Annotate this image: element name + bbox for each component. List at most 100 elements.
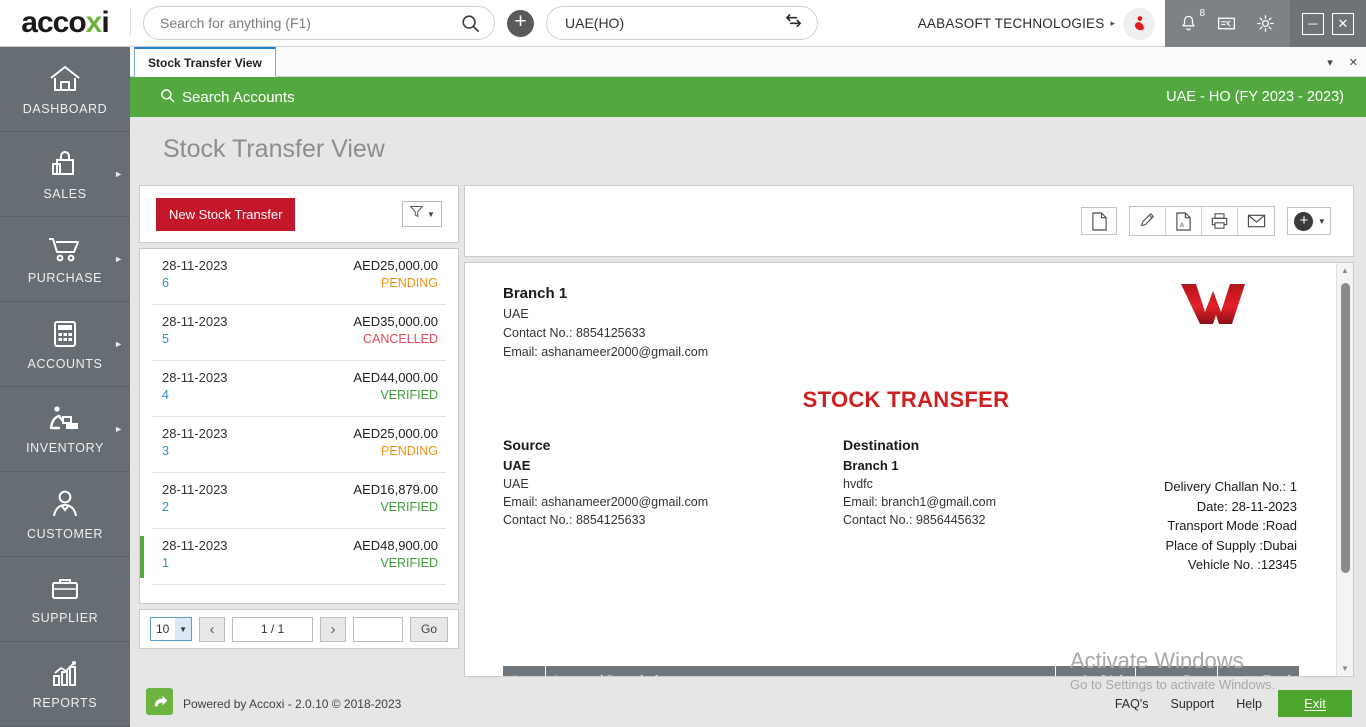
list-item[interactable]: 28-11-2023 AED48,900.00 1 VERIFIED [140, 529, 446, 585]
list-item-number[interactable]: 4 [162, 388, 169, 402]
fiscal-year-label: UAE - HO (FY 2023 - 2023) [1166, 89, 1344, 105]
sidebar-item-dashboard[interactable]: DASHBOARD [0, 47, 130, 132]
search-accounts-label: Search Accounts [182, 88, 295, 106]
status-badge: VERIFIED [380, 388, 438, 402]
logo-divider [130, 10, 131, 36]
col-rate: Rate [1135, 666, 1217, 676]
go-button[interactable]: Go [410, 616, 448, 642]
prev-page-button[interactable]: ‹ [199, 616, 226, 642]
scroll-down-arrow-icon[interactable]: ▼ [1337, 661, 1353, 676]
filter-button[interactable]: ▼ [402, 201, 442, 227]
message-icon[interactable] [1216, 13, 1237, 34]
destination-block: Destination Branch 1 hvdfc Email: branch… [843, 437, 1183, 527]
list-item-number[interactable]: 2 [162, 500, 169, 514]
worker-icon [46, 404, 84, 434]
new-stock-transfer-button[interactable]: New Stock Transfer [156, 197, 296, 231]
search-accounts-button[interactable]: Search Accounts [160, 88, 295, 107]
minimize-button[interactable]: ─ [1302, 12, 1324, 35]
branch-selector[interactable]: UAE(HO) [546, 6, 818, 40]
page-size-select[interactable]: 10 ▼ [150, 617, 193, 641]
list-item[interactable]: 28-11-2023 AED44,000.00 4 VERIFIED [152, 361, 446, 417]
exit-label: Exit [1304, 696, 1326, 711]
goto-page-input[interactable] [353, 616, 403, 642]
accounts-search-bar: Search Accounts UAE - HO (FY 2023 - 2023… [130, 77, 1366, 117]
plus-icon: + [1294, 211, 1314, 231]
source-contact: Contact No.: 8854125633 [503, 513, 646, 527]
sidebar-item-supplier[interactable]: SUPPLIER [0, 557, 130, 642]
doc-title: STOCK TRANSFER [802, 387, 1010, 412]
sidebar-item-reports[interactable]: REPORTS [0, 642, 130, 727]
destination-email: Email: branch1@gmail.com [843, 495, 997, 509]
support-link[interactable]: Support [1171, 697, 1215, 711]
calculator-icon [49, 318, 81, 350]
sidebar-item-customer[interactable]: CUSTOMER [0, 472, 130, 557]
scroll-up-arrow-icon[interactable]: ▲ [1337, 263, 1353, 278]
page-info: 1 / 1 [232, 616, 313, 642]
next-page-button[interactable]: › [320, 616, 346, 642]
list-item-number[interactable]: 3 [162, 444, 169, 458]
submenu-caret-icon: ► [114, 254, 123, 264]
faq-link[interactable]: FAQ's [1115, 697, 1149, 711]
page-view-icon[interactable] [1081, 207, 1118, 235]
global-search[interactable] [143, 6, 495, 40]
home-icon [47, 63, 83, 95]
company-name[interactable]: AABASOFT TECHNOLOGIES [918, 16, 1111, 31]
col-index: # [503, 666, 545, 677]
filter-caret-icon: ▼ [427, 209, 435, 219]
top-tools: 8 [1165, 0, 1290, 47]
list-item[interactable]: 28-11-2023 AED16,879.00 2 VERIFIED [152, 473, 446, 529]
sidebar-item-label: INVENTORY [26, 440, 104, 455]
items-table-header: # Item and Description Qty/Unit Rate Tot… [503, 666, 1299, 677]
avatar[interactable] [1123, 7, 1155, 40]
stock-transfer-list[interactable]: 28-11-2023 AED25,000.00 6 PENDING 28-11-2023… [139, 248, 459, 604]
document-toolbar: A + ▾ [464, 185, 1354, 257]
list-panel-header: New Stock Transfer ▼ [139, 185, 459, 243]
document-scrollbar[interactable]: ▲ ▼ [1336, 263, 1353, 676]
list-item[interactable]: 28-11-2023 AED25,000.00 6 PENDING [152, 249, 446, 305]
chevron-down-icon: ▼ [175, 618, 192, 640]
sidebar-item-purchase[interactable]: PURCHASE ► [0, 217, 130, 302]
exit-button[interactable]: Exit [1278, 690, 1352, 717]
email-icon[interactable] [1238, 207, 1275, 235]
pdf-icon[interactable]: A [1166, 207, 1203, 235]
help-link[interactable]: Help [1236, 697, 1262, 711]
search-icon[interactable] [461, 14, 480, 33]
tab-stock-transfer-view[interactable]: Stock Transfer View [134, 47, 276, 77]
list-item[interactable]: 28-11-2023 AED25,000.00 3 PENDING [152, 417, 446, 473]
gear-icon[interactable] [1255, 13, 1276, 34]
source-block: Source UAE UAE Email: ashanameer2000@gma… [503, 437, 843, 527]
doc-meta-line: Transport Mode :Road [1167, 518, 1297, 533]
list-item-date: 28-11-2023 [162, 370, 228, 385]
print-icon[interactable] [1202, 207, 1239, 235]
doc-meta-line: Delivery Challan No.: 1 [1164, 479, 1297, 494]
tab-close-icon[interactable]: ✕ [1349, 56, 1358, 69]
list-item-amount: AED35,000.00 [353, 314, 438, 329]
list-item-number[interactable]: 1 [162, 556, 169, 570]
list-item-number[interactable]: 5 [162, 332, 169, 346]
source-heading: Source [503, 437, 551, 453]
add-more-button[interactable]: + ▾ [1287, 207, 1331, 235]
top-bar-right: AABASOFT TECHNOLOGIES ▸ 8 ─ ✕ [918, 0, 1366, 47]
tab-list-dropdown-icon[interactable]: ▾ [1327, 56, 1333, 69]
company-caret-icon[interactable]: ▸ [1110, 18, 1115, 29]
logo-text-acco: acco [21, 6, 86, 39]
close-button[interactable]: ✕ [1332, 12, 1354, 35]
list-item[interactable]: 28-11-2023 AED35,000.00 5 CANCELLED [152, 305, 446, 361]
sidebar-item-accounts[interactable]: ACCOUNTS ► [0, 302, 130, 387]
scrollbar-thumb[interactable] [1341, 283, 1350, 573]
submenu-caret-icon: ► [114, 339, 123, 349]
tab-strip-controls: ▾ ✕ [1327, 47, 1358, 77]
edit-icon[interactable] [1130, 207, 1167, 235]
document-meta: Delivery Challan No.: 1 Date: 28-11-2023 T… [1164, 477, 1297, 575]
notification-bell-icon[interactable]: 8 [1179, 8, 1205, 33]
sidebar-item-inventory[interactable]: INVENTORY ► [0, 387, 130, 472]
sidebar-item-sales[interactable]: SALES ► [0, 132, 130, 217]
submenu-caret-icon: ► [114, 169, 123, 179]
switch-branch-icon[interactable] [784, 11, 803, 35]
window-controls: ─ ✕ [1290, 0, 1366, 47]
quick-add-button[interactable]: + [507, 9, 534, 37]
app-logo: acco x i [0, 0, 130, 47]
search-input[interactable] [144, 15, 461, 31]
list-item-number[interactable]: 6 [162, 276, 169, 290]
svg-text:A: A [1180, 222, 1185, 229]
